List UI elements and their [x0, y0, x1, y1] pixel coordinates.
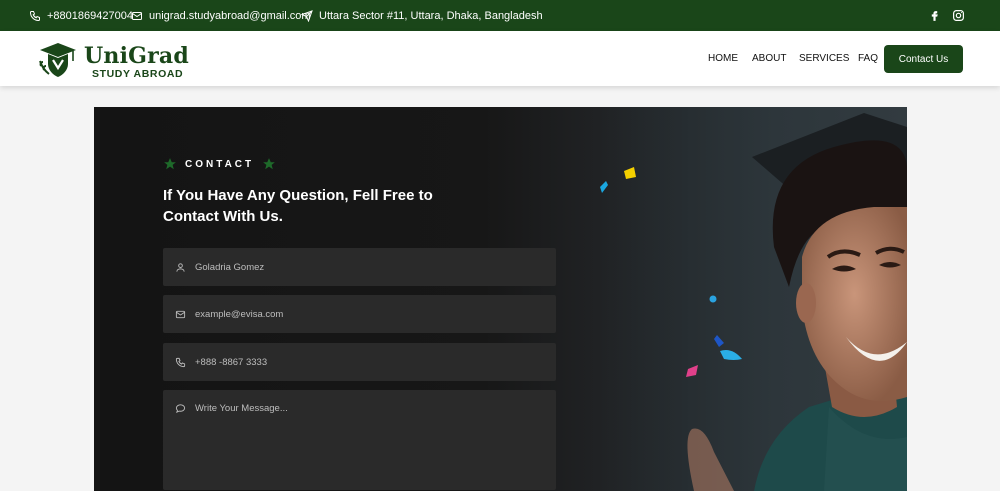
phone-icon: [29, 10, 40, 21]
send-icon: [301, 9, 313, 22]
nav-faq[interactable]: FAQ: [858, 53, 878, 65]
name-field[interactable]: [163, 248, 556, 286]
chat-icon: [175, 404, 186, 414]
contact-hero: CONTACT If You Have Any Question, Fell F…: [94, 107, 907, 491]
mail-icon: [175, 310, 186, 318]
message-field[interactable]: [163, 390, 556, 490]
graduation-cap-logo-icon[interactable]: [37, 39, 79, 81]
email-address: unigrad.studyabroad@gmail.com: [149, 9, 311, 22]
address-contact: Uttara Sector #11, Uttara, Dhaka, Bangla…: [301, 0, 543, 31]
name-input[interactable]: [195, 248, 535, 286]
message-input[interactable]: [195, 403, 535, 483]
contact-us-button[interactable]: Contact Us: [884, 45, 963, 73]
nav-home[interactable]: HOME: [708, 53, 738, 65]
brand-tagline: STUDY ABROAD: [92, 68, 184, 80]
nav-about[interactable]: ABOUT: [752, 53, 786, 65]
phone-contact[interactable]: +8801869427004: [29, 0, 133, 31]
user-icon: [176, 262, 185, 272]
main-header: UniGrad STUDY ABROAD HOME ABOUT SERVICES…: [0, 31, 1000, 86]
phone-number: +8801869427004: [47, 9, 133, 22]
instagram-icon[interactable]: [952, 9, 965, 22]
top-info-bar: +8801869427004 unigrad.studyabroad@gmail…: [0, 0, 1000, 31]
eyebrow-label: CONTACT: [185, 158, 255, 170]
address-text: Uttara Sector #11, Uttara, Dhaka, Bangla…: [319, 9, 543, 22]
graduate-student-image: [574, 107, 907, 491]
email-input[interactable]: [195, 295, 535, 333]
phone-input[interactable]: [195, 343, 535, 381]
brand-name[interactable]: UniGrad: [84, 44, 189, 68]
facebook-icon[interactable]: [928, 9, 941, 22]
nav-services[interactable]: SERVICES: [799, 53, 849, 65]
phone-field[interactable]: [163, 343, 556, 381]
email-field[interactable]: [163, 295, 556, 333]
star-icon: [263, 158, 275, 170]
email-contact[interactable]: unigrad.studyabroad@gmail.com: [131, 0, 311, 31]
contact-heading: If You Have Any Question, Fell Free to C…: [163, 187, 433, 225]
mail-icon: [132, 11, 142, 20]
star-icon: [164, 158, 176, 170]
section-eyebrow: CONTACT: [163, 157, 276, 171]
phone-icon: [175, 357, 186, 367]
